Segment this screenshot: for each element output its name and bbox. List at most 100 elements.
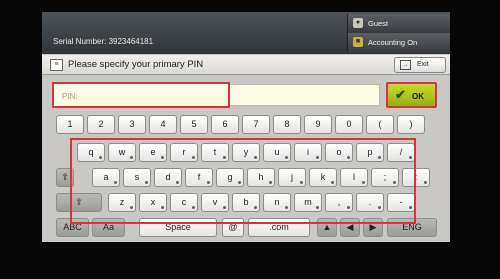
secondary-char-indicator <box>378 156 381 159</box>
page-title: Please specify your primary PIN <box>68 59 204 70</box>
key-4[interactable]: 4 <box>149 115 177 134</box>
user-status-button[interactable]: ● Guest <box>347 14 450 33</box>
pin-input[interactable]: PIN: <box>52 82 230 108</box>
key-o-label: o <box>336 147 342 157</box>
caps-lock-key[interactable]: ⇪ <box>56 168 74 187</box>
key-y-label: y <box>243 147 249 157</box>
key-l-label: l <box>353 172 355 182</box>
key-period[interactable]: . <box>356 193 384 212</box>
key-f[interactable]: f <box>185 168 213 187</box>
secondary-char-indicator <box>285 206 288 209</box>
key-2-label: 2 <box>98 119 104 129</box>
secondary-char-indicator <box>130 206 133 209</box>
key-slash[interactable]: / <box>387 143 415 162</box>
case-mode-key[interactable]: Aa <box>92 218 125 237</box>
key-close-paren[interactable]: ) <box>397 115 425 134</box>
key-at-label: @ <box>228 222 238 232</box>
key-p[interactable]: p <box>356 143 384 162</box>
key-s[interactable]: s <box>123 168 151 187</box>
key-l[interactable]: l <box>340 168 368 187</box>
key-z[interactable]: z <box>108 193 136 212</box>
key-z-label: z <box>119 197 125 207</box>
key-w[interactable]: w <box>108 143 136 162</box>
key-n[interactable]: n <box>263 193 291 212</box>
case-mode-key-label: Aa <box>102 222 114 232</box>
key-c[interactable]: c <box>170 193 198 212</box>
key-period-label: . <box>368 197 372 207</box>
secondary-char-indicator <box>424 181 427 184</box>
exit-icon: → <box>400 60 411 70</box>
key-q[interactable]: q <box>77 143 105 162</box>
key-v[interactable]: v <box>201 193 229 212</box>
dotcom-key[interactable]: .com <box>248 218 310 237</box>
key-i[interactable]: i <box>294 143 322 162</box>
secondary-char-indicator <box>409 156 412 159</box>
arrow-right-icon: ▶ <box>369 222 377 232</box>
exit-button[interactable]: → Exit <box>394 57 446 73</box>
key-9[interactable]: 9 <box>304 115 332 134</box>
key-colon[interactable]: : <box>402 168 430 187</box>
key-2[interactable]: 2 <box>87 115 115 134</box>
key-c-label: c <box>181 197 187 207</box>
key-u[interactable]: u <box>263 143 291 162</box>
shift-key[interactable]: ⇧ <box>56 193 102 212</box>
key-y[interactable]: y <box>232 143 260 162</box>
abc-mode-key[interactable]: ABC <box>56 218 89 237</box>
secondary-char-indicator <box>300 181 303 184</box>
key-8[interactable]: 8 <box>273 115 301 134</box>
secondary-char-indicator <box>192 206 195 209</box>
key-u-label: u <box>274 147 280 157</box>
key-1[interactable]: 1 <box>56 115 84 134</box>
secondary-char-indicator <box>145 181 148 184</box>
secondary-char-indicator <box>347 206 350 209</box>
key-e[interactable]: e <box>139 143 167 162</box>
key-r[interactable]: r <box>170 143 198 162</box>
key-comma[interactable]: , <box>325 193 353 212</box>
key-o[interactable]: o <box>325 143 353 162</box>
key-j-label: j <box>291 172 293 182</box>
key-k[interactable]: k <box>309 168 337 187</box>
key-7[interactable]: 7 <box>242 115 270 134</box>
pin-input-area[interactable] <box>230 84 380 106</box>
key-q-label: q <box>88 147 94 157</box>
secondary-char-indicator <box>254 206 257 209</box>
key-0[interactable]: 0 <box>335 115 363 134</box>
key-g[interactable]: g <box>216 168 244 187</box>
secondary-char-indicator <box>114 181 117 184</box>
key-h[interactable]: h <box>247 168 275 187</box>
secondary-char-indicator <box>362 181 365 184</box>
status-bar: Serial Number: 3923464181 ● Guest ■ Acco… <box>42 12 450 54</box>
secondary-char-indicator <box>99 156 102 159</box>
dotcom-key-label: .com <box>269 222 289 232</box>
key-6[interactable]: 6 <box>211 115 239 134</box>
key-m[interactable]: m <box>294 193 322 212</box>
key-open-paren[interactable]: ( <box>366 115 394 134</box>
arrow-right-key[interactable]: ▶ <box>363 218 383 237</box>
caps-lock-icon: ⇪ <box>61 172 69 182</box>
arrow-up-key[interactable]: ▲ <box>317 218 337 237</box>
ok-button[interactable]: ✔ OK <box>386 82 437 108</box>
key-x[interactable]: x <box>139 193 167 212</box>
key-b[interactable]: b <box>232 193 260 212</box>
key-d[interactable]: d <box>154 168 182 187</box>
space-key[interactable]: Space <box>139 218 217 237</box>
key-colon-label: : <box>414 172 418 182</box>
key-m-label: m <box>304 197 312 207</box>
arrow-left-icon: ◀ <box>346 222 354 232</box>
key-5[interactable]: 5 <box>180 115 208 134</box>
accounting-icon: ■ <box>353 37 363 47</box>
key-a[interactable]: a <box>92 168 120 187</box>
accounting-status-button[interactable]: ■ Accounting On <box>347 33 450 52</box>
key-hyphen[interactable]: - <box>387 193 415 212</box>
key-j[interactable]: j <box>278 168 306 187</box>
secondary-char-indicator <box>347 156 350 159</box>
key-t[interactable]: t <box>201 143 229 162</box>
key-at[interactable]: @ <box>222 218 244 237</box>
secondary-char-indicator <box>207 181 210 184</box>
key-3[interactable]: 3 <box>118 115 146 134</box>
key-1-label: 1 <box>67 119 73 129</box>
key-3-label: 3 <box>129 119 135 129</box>
arrow-left-key[interactable]: ◀ <box>340 218 360 237</box>
key-semicolon[interactable]: ; <box>371 168 399 187</box>
language-key[interactable]: ENG <box>387 218 437 237</box>
